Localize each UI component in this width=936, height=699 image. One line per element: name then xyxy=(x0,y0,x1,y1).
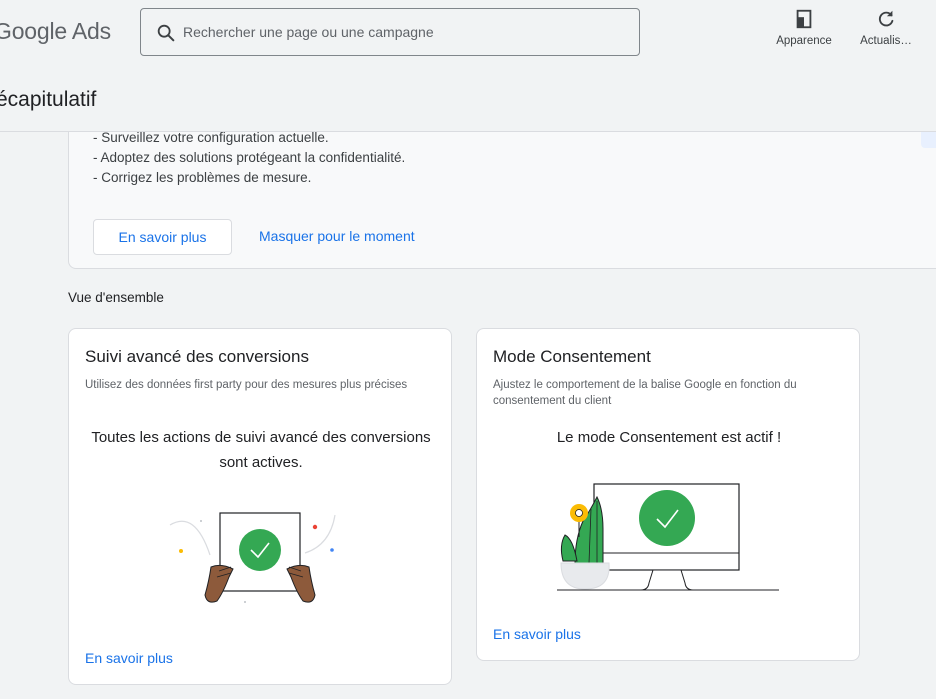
top-app-bar: Google Ads Apparence Actualis… xyxy=(0,0,936,72)
card-description: Ajustez le comportement de la balise Goo… xyxy=(493,379,797,407)
info-line: - Adoptez des solutions protégeant la co… xyxy=(93,150,406,165)
refresh-button[interactable]: Actualis… xyxy=(852,8,920,47)
refresh-icon xyxy=(878,10,894,27)
measurement-info-card: - Surveillez votre configuration actuell… xyxy=(68,130,936,269)
hide-for-now-button[interactable]: Masquer pour le moment xyxy=(259,228,415,244)
learn-more-link[interactable]: En savoir plus xyxy=(85,650,173,666)
side-panel-edge xyxy=(921,132,936,148)
info-line: - Corrigez les problèmes de mesure. xyxy=(93,170,312,185)
appearance-icon xyxy=(796,9,812,29)
card-title: Mode Consentement xyxy=(493,347,651,366)
appearance-button[interactable]: Apparence xyxy=(768,8,840,47)
card-status: Toutes les actions de suivi avancé des c… xyxy=(91,429,431,471)
card-title: Suivi avancé des conversions xyxy=(85,347,309,366)
search-input[interactable] xyxy=(183,19,623,45)
search-box[interactable] xyxy=(140,8,640,56)
card-status: Le mode Consentement est actif ! xyxy=(556,429,782,446)
search-icon xyxy=(157,24,175,42)
refresh-label: Actualis… xyxy=(860,35,912,47)
enhanced-conversions-card: Suivi avancé des conversions Utilisez de… xyxy=(68,328,452,685)
card-description: Utilisez des données first party pour de… xyxy=(85,379,408,391)
info-line: - Surveillez votre configuration actuell… xyxy=(93,130,329,145)
monitor-plant-illustration xyxy=(557,483,779,591)
consent-mode-card: Mode Consentement Ajustez le comportemen… xyxy=(476,328,860,661)
hands-check-illustration xyxy=(169,512,336,603)
overview-heading: Vue d'ensemble xyxy=(68,290,164,305)
google-ads-logo[interactable]: Google Ads xyxy=(0,18,111,45)
learn-more-link[interactable]: En savoir plus xyxy=(493,626,581,642)
learn-more-button[interactable]: En savoir plus xyxy=(93,219,232,255)
page-title: écapitulatif xyxy=(0,88,97,111)
appearance-label: Apparence xyxy=(776,35,832,47)
